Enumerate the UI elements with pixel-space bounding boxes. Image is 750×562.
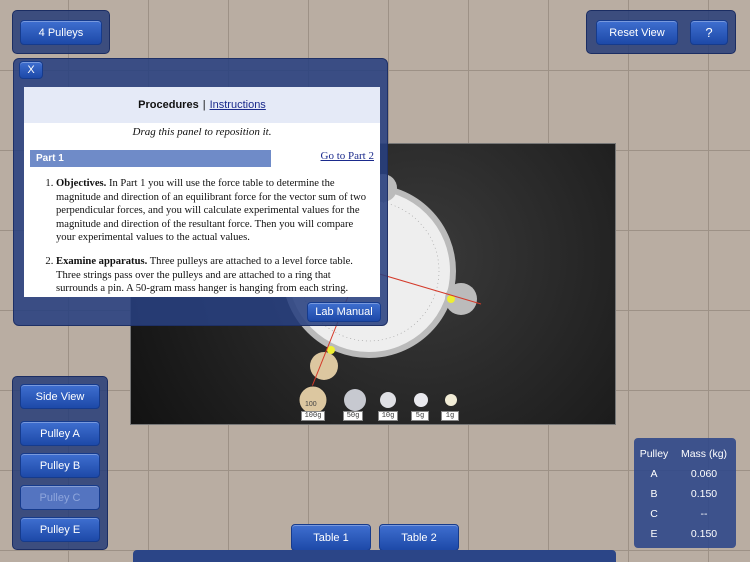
part-title: Part 1 (30, 150, 271, 167)
mass-label-10g: 10g (378, 411, 398, 421)
pulley-cell: B (650, 488, 658, 500)
tab-table-2[interactable]: Table 2 (379, 524, 459, 551)
mass-100g[interactable] (298, 385, 328, 415)
lab-manual-button[interactable]: Lab Manual (307, 302, 381, 322)
mass-label-50g: 50g (343, 411, 363, 421)
step-title: Examine apparatus. (56, 255, 148, 267)
mass-cell: 0.150 (690, 528, 718, 540)
mass-10g[interactable] (380, 392, 396, 408)
help-button[interactable]: ? (690, 20, 728, 45)
header-pulley: Pulley (639, 448, 669, 460)
panel-content: Procedures | Instructions Drag this pane… (24, 87, 380, 297)
pulley-c-button[interactable]: Pulley C (20, 485, 100, 510)
mass-row: B 0.150 (634, 484, 736, 504)
step-title: Objectives. (56, 178, 107, 189)
pulleys-count-button[interactable]: 4 Pulleys (20, 20, 102, 45)
step-item: Examine apparatus. Three pulleys are att… (56, 255, 372, 296)
pulley-b-button[interactable]: Pulley B (20, 453, 100, 478)
mass-table-header: Pulley Mass (kg) (634, 444, 736, 464)
procedures-panel[interactable]: X Procedures | Instructions Drag this pa… (13, 58, 388, 326)
pulley-cell: A (650, 468, 658, 480)
pulley-a-button[interactable]: Pulley A (20, 421, 100, 446)
bottom-drawer[interactable] (133, 550, 616, 562)
mass-cell: 0.060 (690, 468, 718, 480)
mass-1g[interactable] (445, 394, 457, 406)
pulley-cell: C (650, 508, 658, 520)
reset-view-button[interactable]: Reset View (596, 20, 678, 45)
close-panel-button[interactable]: X (19, 61, 43, 79)
mass-50g[interactable] (344, 389, 366, 411)
mass-label-1g: 1g (441, 411, 459, 421)
mass-cell: 0.150 (690, 488, 718, 500)
step-item: Objectives. In Part 1 you will use the f… (56, 177, 372, 245)
pulley-e-button[interactable]: Pulley E (20, 517, 100, 542)
mass-row: A 0.060 (634, 464, 736, 484)
hanger-label: 100 (305, 401, 317, 408)
header-mass: Mass (kg) (680, 448, 728, 460)
tab-separator: | (202, 99, 206, 111)
tab-instructions-link[interactable]: Instructions (210, 99, 266, 111)
tab-table-1[interactable]: Table 1 (291, 524, 371, 551)
drag-hint: Drag this panel to reposition it. (132, 126, 272, 138)
pulley-cell: E (650, 528, 658, 540)
mass-5g[interactable] (414, 393, 428, 407)
mass-cell: -- (700, 508, 708, 520)
mass-row: C -- (634, 504, 736, 524)
mass-row: E 0.150 (634, 524, 736, 544)
side-view-button[interactable]: Side View (20, 384, 100, 409)
mass-label-100g: 100g (301, 411, 325, 421)
go-to-part-2-link[interactable]: Go to Part 2 (321, 150, 374, 162)
steps-list: Objectives. In Part 1 you will use the f… (42, 177, 372, 297)
mass-table: Pulley Mass (kg) A 0.060 B 0.150 C -- E 0.15… (634, 438, 736, 548)
mass-label-5g: 5g (411, 411, 429, 421)
panel-header: Procedures | Instructions (24, 87, 380, 123)
tab-procedures: Procedures (138, 99, 199, 111)
